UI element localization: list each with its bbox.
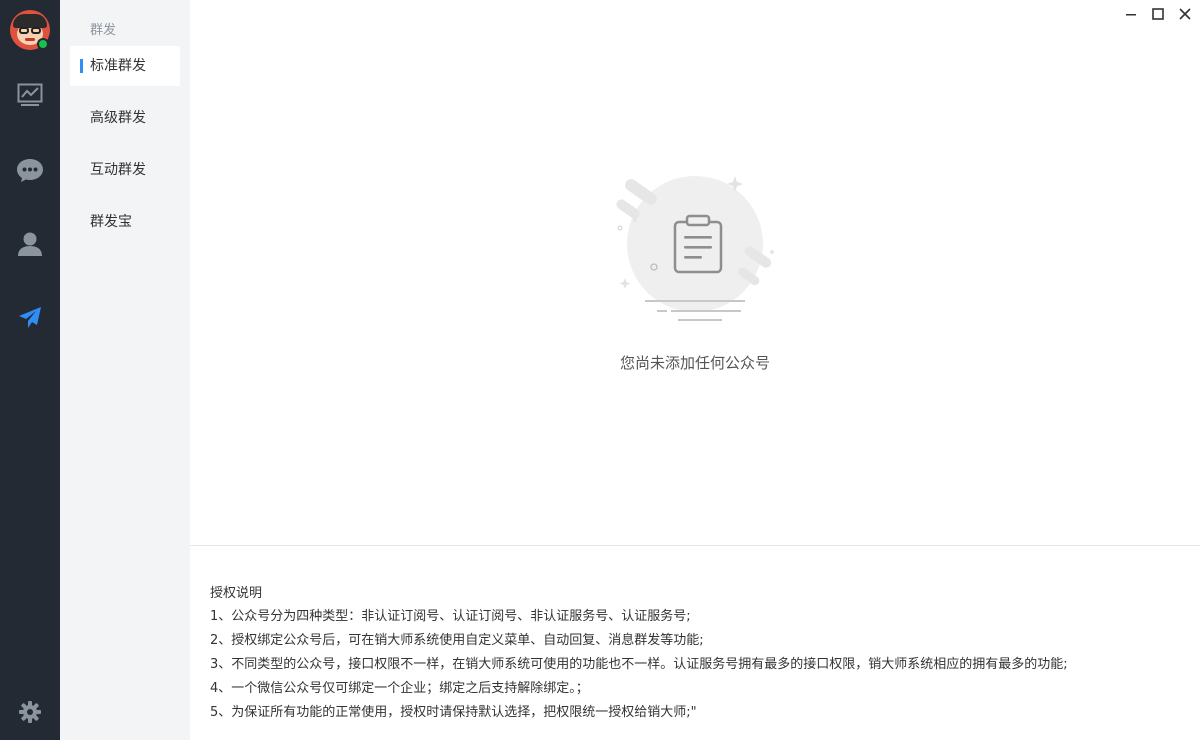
gear-icon[interactable]	[15, 697, 45, 727]
notes-title: 授权说明	[210, 586, 263, 601]
online-status-dot	[37, 38, 49, 50]
chart-icon[interactable]	[15, 80, 45, 110]
subnav-item-standard-broadcast[interactable]: 标准群发	[70, 46, 180, 86]
notes-line: 1、公众号分为四种类型：非认证订阅号、认证订阅号、非认证服务号、认证服务号;	[210, 609, 691, 624]
sub-navigation: 群发 标准群发 高级群发 互动群发 群发宝	[60, 0, 190, 740]
empty-state-illustration	[605, 170, 785, 330]
authorization-notes: 授权说明 1、公众号分为四种类型：非认证订阅号、认证订阅号、非认证服务号、认证服…	[210, 582, 1190, 725]
maximize-icon[interactable]	[1147, 4, 1169, 24]
notes-line: 3、不同类型的公众号，接口权限不一样，在销大师系统可使用的功能也不一样。认证服务…	[210, 657, 1068, 672]
minimize-icon[interactable]	[1120, 4, 1142, 24]
send-icon[interactable]	[15, 303, 45, 333]
icon-rail	[0, 0, 60, 740]
subnav-item-interactive-broadcast[interactable]: 互动群发	[70, 150, 180, 190]
divider	[190, 545, 1200, 546]
close-icon[interactable]	[1174, 4, 1196, 24]
subnav-item-label: 群发宝	[90, 214, 132, 230]
subnav-item-label: 高级群发	[90, 110, 146, 126]
subnav-section-title: 群发	[90, 23, 117, 38]
subnav-item-label: 互动群发	[90, 162, 146, 178]
subnav-item-label: 标准群发	[90, 58, 146, 74]
user-icon[interactable]	[15, 229, 45, 259]
notes-line: 2、授权绑定公众号后，可在销大师系统使用自定义菜单、自动回复、消息群发等功能;	[210, 633, 704, 648]
subnav-item-advanced-broadcast[interactable]: 高级群发	[70, 98, 180, 138]
notes-line: 5、为保证所有功能的正常使用，授权时请保持默认选择，把权限统一授权给销大师;"	[210, 705, 697, 720]
app-window: 群发 标准群发 高级群发 互动群发 群发宝 您尚未添加任何公众号 授权说明 1、…	[0, 0, 1200, 740]
empty-state-message: 您尚未添加任何公众号	[619, 354, 770, 372]
subnav-item-broadcast-treasure[interactable]: 群发宝	[70, 202, 180, 242]
chat-bubble-icon[interactable]	[15, 155, 45, 185]
notes-line: 4、一个微信公众号仅可绑定一个企业；绑定之后支持解除绑定。；	[210, 681, 589, 696]
